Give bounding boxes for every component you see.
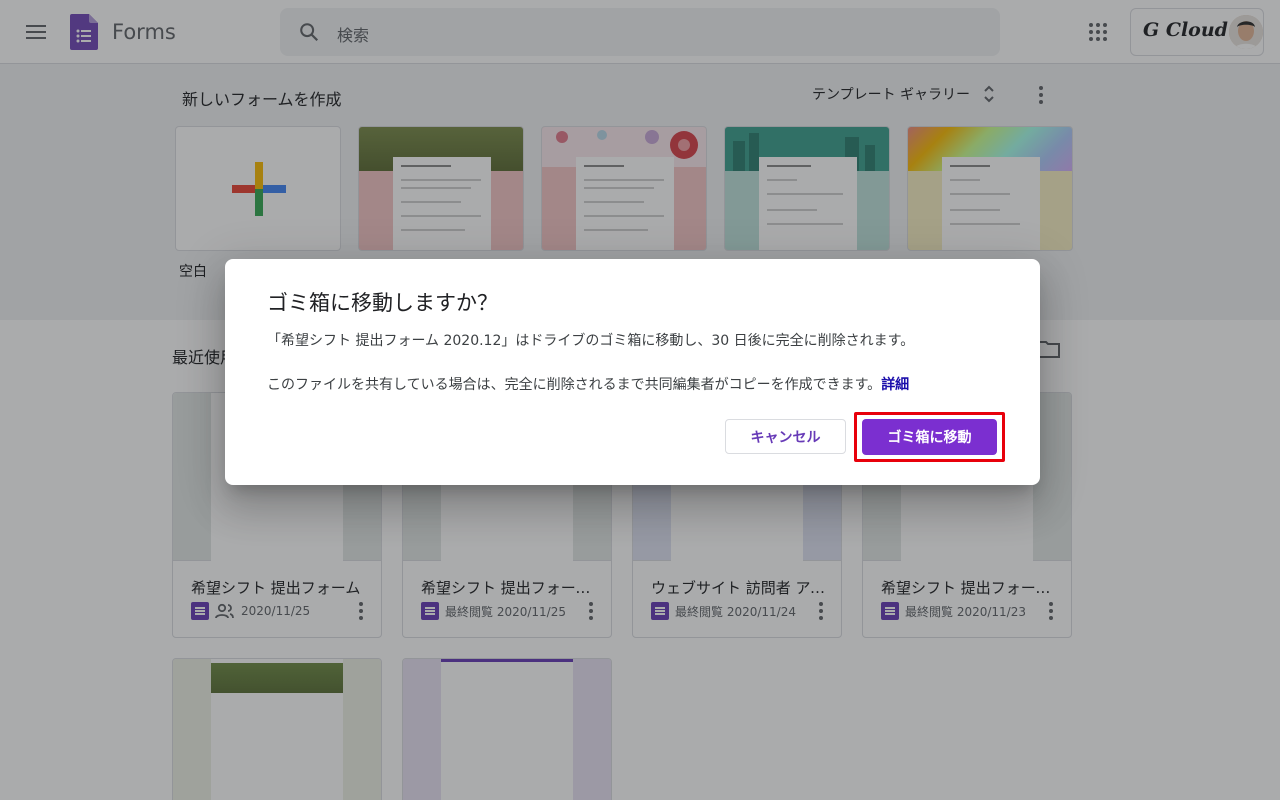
learn-more-link[interactable]: 詳細: [881, 377, 909, 393]
dialog-message: 「希望シフト 提出フォーム 2020.12」はドライブのゴミ箱に移動し、30 日…: [267, 333, 915, 349]
dialog-sharing-note: このファイルを共有している場合は、完全に削除されるまで共同編集者がコピーを作成で…: [267, 374, 909, 394]
dialog-sharing-text: このファイルを共有している場合は、完全に削除されるまで共同編集者がコピーを作成で…: [267, 377, 882, 393]
highlight-box: ゴミ箱に移動: [854, 412, 1005, 462]
dialog-title: ゴミ箱に移動しますか？: [267, 291, 498, 315]
cancel-button[interactable]: キャンセル: [725, 419, 846, 454]
move-to-trash-button[interactable]: ゴミ箱に移動: [862, 419, 997, 455]
move-to-trash-dialog: ゴミ箱に移動しますか？ 「希望シフト 提出フォーム 2020.12」はドライブの…: [225, 259, 1040, 485]
